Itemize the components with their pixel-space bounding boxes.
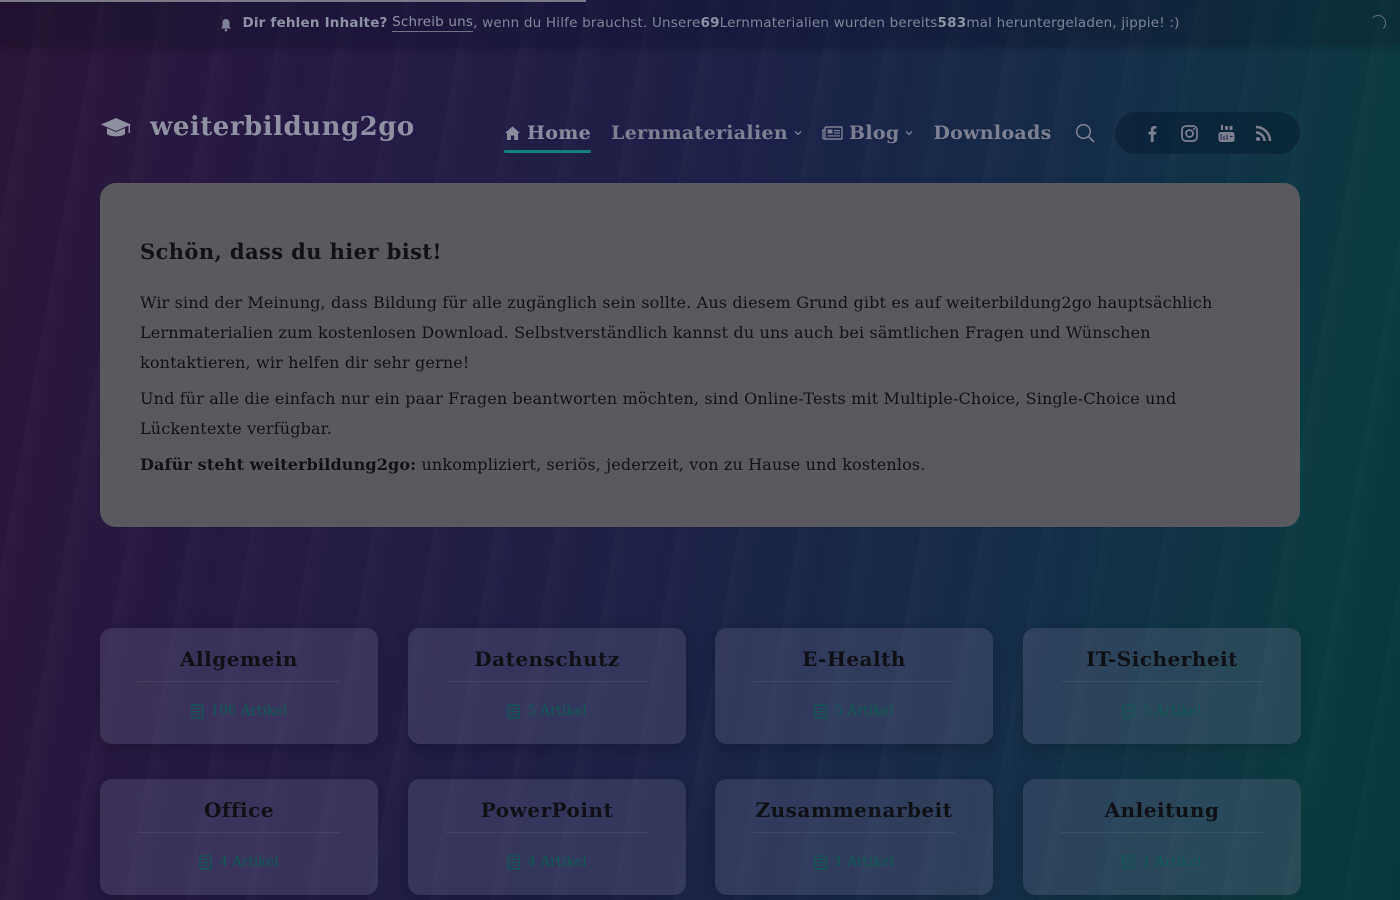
category-title: Datenschutz: [474, 647, 620, 671]
document-icon: [814, 854, 827, 870]
search-icon[interactable]: [1074, 122, 1096, 144]
nav-blog-label: Blog: [848, 122, 900, 144]
category-divider: [753, 832, 955, 833]
loading-spinner-icon: [1370, 15, 1386, 31]
category-card-office[interactable]: Office 4 Artikel: [100, 779, 378, 895]
category-count: 5 Artikel: [408, 703, 686, 719]
category-title: Anleitung: [1104, 798, 1220, 822]
site-logo[interactable]: weiterbildung2go: [100, 112, 415, 142]
category-title: PowerPoint: [480, 798, 614, 822]
document-icon: [191, 703, 204, 719]
category-divider: [446, 832, 648, 833]
main-nav: Home Lernmaterialien Blog Downloads: [504, 110, 1096, 156]
category-card-anleitung[interactable]: Anleitung 1 Artikel: [1023, 779, 1301, 895]
category-card-e-health[interactable]: E-Health 5 Artikel: [715, 628, 993, 744]
category-title: Zusammenarbeit: [755, 798, 953, 822]
category-count-label: 5 Artikel: [527, 703, 587, 719]
chevron-down-icon: [794, 131, 802, 136]
welcome-tagline-rest: unkompliziert, seriös, jederzeit, von zu…: [416, 455, 926, 474]
category-count: 1 Artikel: [1023, 854, 1301, 870]
instagram-icon[interactable]: [1180, 124, 1199, 143]
category-count-label: 4 Artikel: [219, 854, 279, 870]
welcome-paragraph-3: Dafür steht weiterbildung2go: unkomplizi…: [140, 450, 1260, 480]
welcome-tagline-lead: Dafür steht weiterbildung2go:: [140, 455, 417, 474]
category-count: 1 Artikel: [715, 854, 993, 870]
category-title: Allgemein: [180, 647, 298, 671]
welcome-paragraph-1: Wir sind der Meinung, dass Bildung für a…: [140, 293, 1213, 372]
category-count-label: 4 Artikel: [527, 854, 587, 870]
welcome-paragraph-2: Und für alle die einfach nur ein paar Fr…: [140, 389, 1177, 438]
nav-home[interactable]: Home: [504, 122, 592, 153]
nav-blog[interactable]: Blog: [822, 122, 913, 144]
category-count: 5 Artikel: [715, 703, 993, 719]
category-card-datenschutz[interactable]: Datenschutz 5 Artikel: [408, 628, 686, 744]
youtube-icon[interactable]: [1217, 124, 1236, 143]
notice-lead: Dir fehlen Inhalte?: [242, 14, 388, 31]
materials-count: 69: [700, 14, 720, 31]
category-count-label: 106 Artikel: [210, 703, 288, 719]
category-card-allgemein[interactable]: Allgemein 106 Artikel: [100, 628, 378, 744]
bell-icon: [221, 18, 232, 31]
social-links: [1115, 112, 1300, 154]
category-card-zusammenarbeit[interactable]: Zusammenarbeit 1 Artikel: [715, 779, 993, 895]
page-progress-bar: [0, 0, 586, 2]
category-divider: [138, 681, 340, 682]
category-card-powerpoint[interactable]: PowerPoint 4 Artikel: [408, 779, 686, 895]
nav-home-label: Home: [527, 122, 592, 144]
welcome-title: Schön, dass du hier bist!: [140, 239, 443, 264]
document-icon: [814, 703, 827, 719]
notice-bar: Dir fehlen Inhalte? Schreib uns, wenn du…: [0, 0, 1400, 45]
notice-text-2: Lernmaterialien wurden bereits: [719, 14, 938, 31]
category-card-it-sicherheit[interactable]: IT-Sicherheit 5 Artikel: [1023, 628, 1301, 744]
downloads-count: 583: [937, 14, 967, 31]
nav-lernmaterialien[interactable]: Lernmaterialien: [611, 122, 802, 144]
chevron-down-icon: [905, 131, 913, 136]
category-divider: [446, 681, 648, 682]
nav-downloads-label: Downloads: [933, 122, 1052, 144]
welcome-card: Schön, dass du hier bist! Wir sind der M…: [100, 183, 1300, 527]
category-title: Office: [203, 798, 275, 822]
category-count: 4 Artikel: [408, 854, 686, 870]
document-icon: [199, 854, 212, 870]
category-count-label: 1 Artikel: [1142, 854, 1202, 870]
brand-name: weiterbildung2go: [150, 112, 415, 142]
home-icon: [505, 126, 520, 140]
category-title: IT-Sicherheit: [1086, 647, 1238, 671]
contact-link[interactable]: Schreib uns: [392, 14, 474, 32]
category-divider: [1061, 681, 1263, 682]
category-count-label: 5 Artikel: [1142, 703, 1202, 719]
category-count-label: 1 Artikel: [834, 854, 894, 870]
category-divider: [1061, 832, 1263, 833]
site-header: weiterbildung2go Home Lernmaterialien Bl…: [100, 110, 1300, 158]
nav-downloads[interactable]: Downloads: [933, 122, 1051, 144]
newspaper-icon: [822, 126, 843, 140]
category-divider: [138, 832, 340, 833]
category-count: 4 Artikel: [100, 854, 378, 870]
facebook-icon[interactable]: [1143, 124, 1162, 143]
category-count-label: 5 Artikel: [834, 703, 894, 719]
document-icon: [1122, 854, 1135, 870]
document-icon: [1122, 703, 1135, 719]
graduation-cap-icon: [101, 118, 131, 137]
notice-text-3: mal heruntergeladen, jippie! :): [966, 14, 1180, 31]
category-count: 106 Artikel: [100, 703, 378, 719]
document-icon: [507, 703, 520, 719]
category-count: 5 Artikel: [1023, 703, 1301, 719]
notice-text-1: , wenn du Hilfe brauchst. Unsere: [473, 14, 701, 31]
category-divider: [753, 681, 955, 682]
rss-icon[interactable]: [1254, 124, 1273, 143]
category-title: E-Health: [802, 647, 906, 671]
nav-lernmaterialien-label: Lernmaterialien: [611, 122, 788, 144]
document-icon: [507, 854, 520, 870]
